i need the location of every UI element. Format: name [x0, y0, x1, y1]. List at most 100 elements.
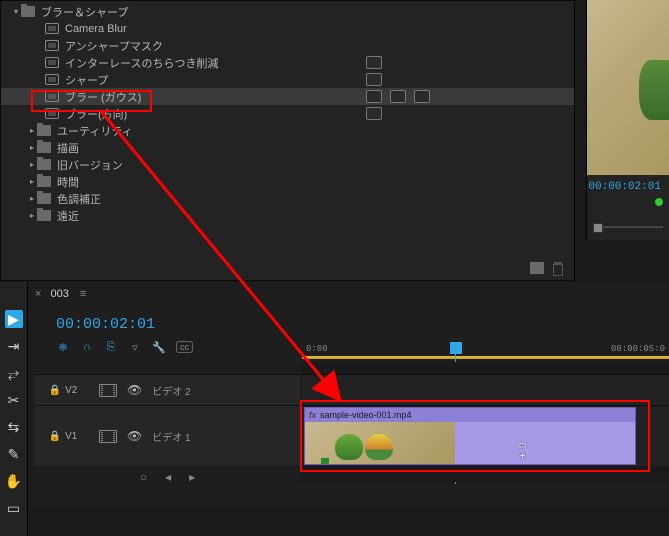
monitor-preview[interactable] — [587, 0, 669, 175]
caret-closed-icon[interactable] — [27, 126, 37, 135]
tab-marker: × — [35, 288, 41, 300]
track-target[interactable]: V1 — [65, 431, 77, 442]
effect-unsharp-mask[interactable]: アンシャープマスク — [1, 37, 574, 54]
selection-tool[interactable]: ▶ — [5, 310, 23, 328]
monitor-status-dot-icon — [655, 198, 663, 206]
caret-open-icon[interactable] — [11, 7, 21, 16]
timeline-panel: ▶ ⇥ ⥂ ✂ ⇆ ✎ ✋ ▭ × 003 ≡ 00:00:02:01 ❈ ∩ … — [0, 282, 669, 508]
prev-icon[interactable]: ◂ — [165, 470, 171, 484]
fx-badge[interactable]: fx — [309, 410, 316, 420]
effect-directional-blur[interactable]: ブラー(方向) — [1, 105, 574, 122]
new-bin-icon[interactable] — [530, 262, 544, 274]
timeline-timecode[interactable]: 00:00:02:01 — [56, 316, 155, 333]
sequence-tab[interactable]: × 003 ≡ — [35, 288, 86, 300]
drop-cursor-icon: ▭ + — [517, 440, 526, 462]
linked-selection-icon[interactable]: ⎘ — [104, 340, 118, 354]
caret-closed-icon[interactable] — [27, 194, 37, 203]
work-area-bar[interactable] — [302, 356, 669, 359]
effect-label: Camera Blur — [65, 23, 570, 35]
caret-closed-icon[interactable] — [27, 177, 37, 186]
effect-label: ブラー (ガウス) — [65, 89, 570, 105]
effect-camera-blur[interactable]: Camera Blur — [1, 20, 574, 37]
toggle-output-icon[interactable] — [99, 430, 117, 443]
rectangle-tool[interactable]: ▭ — [5, 499, 23, 517]
track-select-tool[interactable]: ⇥ — [5, 337, 23, 355]
timeline-ruler[interactable]: 0:00 00:00:05:0 — [302, 340, 669, 360]
snap-icon[interactable]: ❈ — [56, 340, 70, 354]
preset-icon — [45, 57, 59, 68]
ripple-edit-tool[interactable]: ⥂ — [5, 364, 23, 382]
effects-folder-perspective[interactable]: 遠近 — [1, 207, 574, 224]
track-header-v2[interactable]: 🔒 V2 👁 ビデオ 2 — [35, 374, 300, 405]
lock-icon[interactable]: 🔒 — [49, 385, 61, 396]
folder-icon — [21, 6, 35, 17]
eye-icon[interactable]: 👁 — [127, 383, 142, 397]
clip-name: sample-video-001.mp4 — [320, 410, 412, 420]
sequence-name: 003 — [51, 288, 69, 300]
thumb-content — [365, 434, 393, 460]
effect-label: インターレースのちらつき削減 — [65, 55, 570, 71]
folder-icon — [37, 159, 51, 170]
preset-icon — [45, 23, 59, 34]
ruler-tick-end: 00:00:05:0 — [611, 344, 665, 354]
hand-tool[interactable]: ✋ — [5, 472, 23, 490]
effect-label: アンシャープマスク — [65, 38, 570, 54]
effects-folder-utility[interactable]: ユーティリティ — [1, 122, 574, 139]
magnet-icon[interactable]: ∩ — [80, 340, 94, 354]
scrubber-handle[interactable] — [593, 223, 603, 233]
pen-tool[interactable]: ✎ — [5, 445, 23, 463]
razor-tool[interactable]: ✂ — [5, 391, 23, 409]
effects-folder-time[interactable]: 時間 — [1, 173, 574, 190]
folder-icon — [37, 210, 51, 221]
track-lane-v2[interactable] — [302, 374, 669, 405]
folder-label: 時間 — [57, 174, 570, 190]
zoom-out-icon[interactable]: ○ — [140, 470, 147, 484]
monitor-timecode[interactable]: 00:00:02:01 — [587, 175, 669, 193]
folder-label: 旧バージョン — [57, 157, 570, 173]
effects-folder-color-correction[interactable]: 色調補正 — [1, 190, 574, 207]
toggle-output-icon[interactable] — [99, 384, 117, 397]
caret-closed-icon[interactable] — [27, 143, 37, 152]
folder-label: ユーティリティ — [57, 123, 570, 139]
folder-icon — [37, 125, 51, 136]
folder-icon — [37, 193, 51, 204]
effects-folder-obsolete[interactable]: 旧バージョン — [1, 156, 574, 173]
effect-sharpen[interactable]: シャープ — [1, 71, 574, 88]
next-icon[interactable]: ▸ — [189, 470, 195, 484]
track-lane-v1[interactable]: fx sample-video-001.mp4 ▭ + — [302, 405, 669, 466]
accelerated-badge-icon — [366, 56, 382, 69]
caret-closed-icon[interactable] — [27, 160, 37, 169]
delete-icon[interactable] — [552, 262, 564, 276]
effects-group-blur-sharpen[interactable]: ブラー＆シャープ — [1, 3, 574, 20]
effect-interlace-flicker[interactable]: インターレースのちらつき削減 — [1, 54, 574, 71]
track-target[interactable]: V2 — [65, 385, 77, 396]
slip-tool[interactable]: ⇆ — [5, 418, 23, 436]
preset-icon — [45, 40, 59, 51]
effects-folder-generate[interactable]: 描画 — [1, 139, 574, 156]
ruler-tick-start: 0:00 — [306, 344, 328, 354]
32bit-badge-icon — [390, 90, 406, 103]
timeline-tracks[interactable]: fx sample-video-001.mp4 ▭ + — [302, 362, 669, 482]
video-clip[interactable]: fx sample-video-001.mp4 ▭ + — [304, 407, 636, 465]
track-name[interactable]: ビデオ 2 — [152, 383, 190, 398]
marker-icon[interactable]: ▿ — [128, 340, 142, 354]
preset-icon — [45, 74, 59, 85]
folder-icon — [37, 176, 51, 187]
monitor-scrubber[interactable] — [593, 226, 663, 228]
settings-icon[interactable]: 🔧 — [152, 340, 166, 354]
preset-icon — [45, 91, 59, 102]
playhead[interactable] — [450, 342, 462, 354]
track-name[interactable]: ビデオ 1 — [152, 429, 190, 444]
accelerated-badge-icon — [366, 90, 382, 103]
group-label: ブラー＆シャープ — [41, 4, 570, 20]
lock-icon[interactable]: 🔒 — [49, 431, 61, 442]
program-monitor: 00:00:02:01 — [586, 0, 669, 240]
folder-label: 描画 — [57, 140, 570, 156]
timeline-toolbar: ❈ ∩ ⎘ ▿ 🔧 cc — [56, 340, 193, 354]
eye-icon[interactable]: 👁 — [127, 429, 142, 443]
caret-closed-icon[interactable] — [27, 211, 37, 220]
sequence-menu-icon[interactable]: ≡ — [80, 288, 86, 300]
effect-gaussian-blur[interactable]: ブラー (ガウス) — [1, 88, 574, 105]
captions-badge[interactable]: cc — [176, 341, 193, 353]
track-header-v1[interactable]: 🔒 V1 👁 ビデオ 1 — [35, 405, 300, 466]
